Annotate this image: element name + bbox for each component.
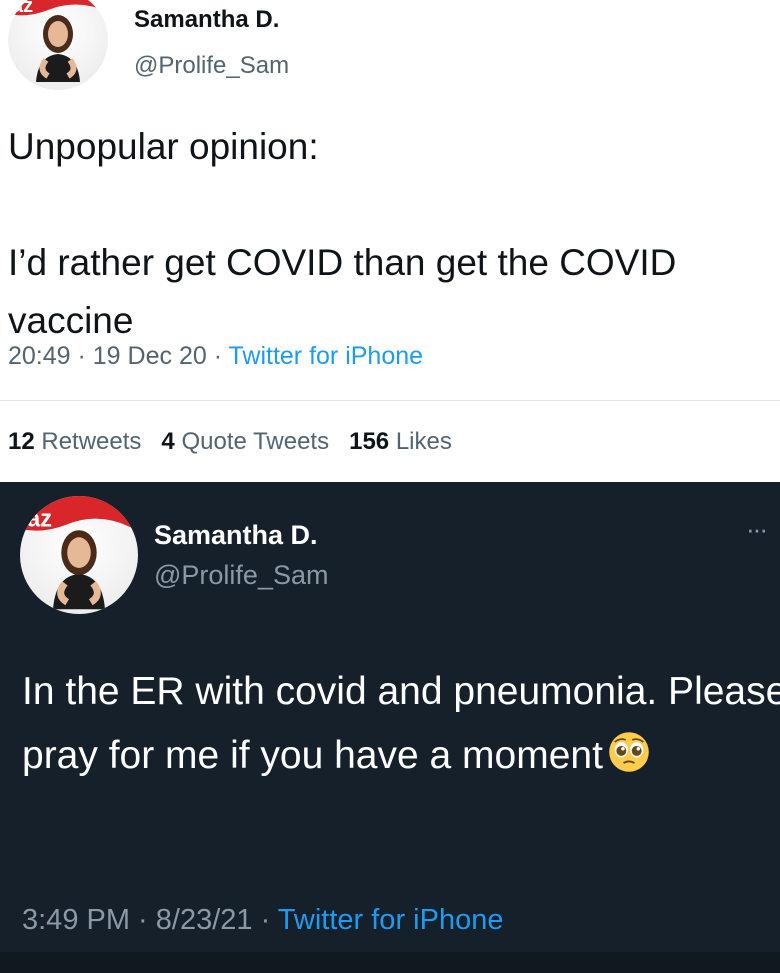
avatar-overlay-text: az bbox=[12, 0, 33, 17]
more-options-icon[interactable]: ··· bbox=[746, 514, 768, 545]
tweet-metadata: 20:49 · 19 Dec 20 · Twitter for iPhone bbox=[8, 342, 423, 371]
meta-separator: · bbox=[70, 342, 93, 370]
tweet-date[interactable]: 8/23/21 bbox=[156, 904, 253, 936]
avatar-photo: az bbox=[8, 0, 108, 82]
display-name[interactable]: Samantha D. bbox=[154, 520, 318, 551]
tweet-source-link[interactable]: Twitter for iPhone bbox=[278, 904, 504, 936]
likes-stat[interactable]: 156 Likes bbox=[349, 428, 452, 455]
user-handle[interactable]: @Prolife_Sam bbox=[134, 52, 289, 80]
avatar-photo: az bbox=[20, 496, 138, 610]
avatar[interactable]: az bbox=[8, 0, 108, 90]
quote-tweets-stat[interactable]: 4 Quote Tweets bbox=[161, 428, 329, 455]
display-name[interactable]: Samantha D. bbox=[134, 6, 279, 34]
tweet-date[interactable]: 19 Dec 20 bbox=[93, 342, 207, 370]
avatar-overlay-text: az bbox=[27, 506, 52, 532]
tweet-card-top: az Samantha D. @Prolife_Sam Unpopular op… bbox=[0, 0, 780, 482]
retweets-stat[interactable]: 12 Retweets bbox=[8, 428, 141, 455]
tweet-body: In the ER with covid and pneumonia. Plea… bbox=[22, 660, 780, 788]
tweet-metadata: 3:49 PM · 8/23/21 · Twitter for iPhone bbox=[22, 904, 503, 937]
quote-tweets-label: Quote Tweets bbox=[181, 428, 330, 455]
retweets-count: 12 bbox=[8, 428, 35, 455]
avatar[interactable]: az bbox=[20, 496, 138, 614]
meta-separator: · bbox=[252, 904, 278, 936]
quote-tweets-count: 4 bbox=[161, 428, 175, 455]
tweet-card-bottom: az Samantha D. @Prolife_Sam ··· In the E… bbox=[0, 482, 780, 973]
pleading-face-emoji bbox=[607, 730, 651, 774]
tweet-text: Unpopular opinion: I’d rather get COVID … bbox=[8, 126, 677, 341]
tweet-time[interactable]: 20:49 bbox=[8, 342, 71, 370]
tweet-text: In the ER with covid and pneumonia. Plea… bbox=[22, 670, 780, 777]
meta-separator: · bbox=[130, 904, 156, 936]
divider bbox=[0, 400, 780, 401]
tweet-source-link[interactable]: Twitter for iPhone bbox=[229, 342, 424, 370]
likes-label: Likes bbox=[395, 428, 452, 455]
tweet-time[interactable]: 3:49 PM bbox=[22, 904, 130, 936]
engagement-stats: 12 Retweets 4 Quote Tweets 156 Likes bbox=[8, 428, 452, 456]
meta-separator: · bbox=[206, 342, 229, 370]
user-handle[interactable]: @Prolife_Sam bbox=[154, 560, 328, 591]
bottom-edge bbox=[0, 952, 780, 973]
likes-count: 156 bbox=[349, 428, 390, 455]
retweets-label: Retweets bbox=[41, 428, 142, 455]
